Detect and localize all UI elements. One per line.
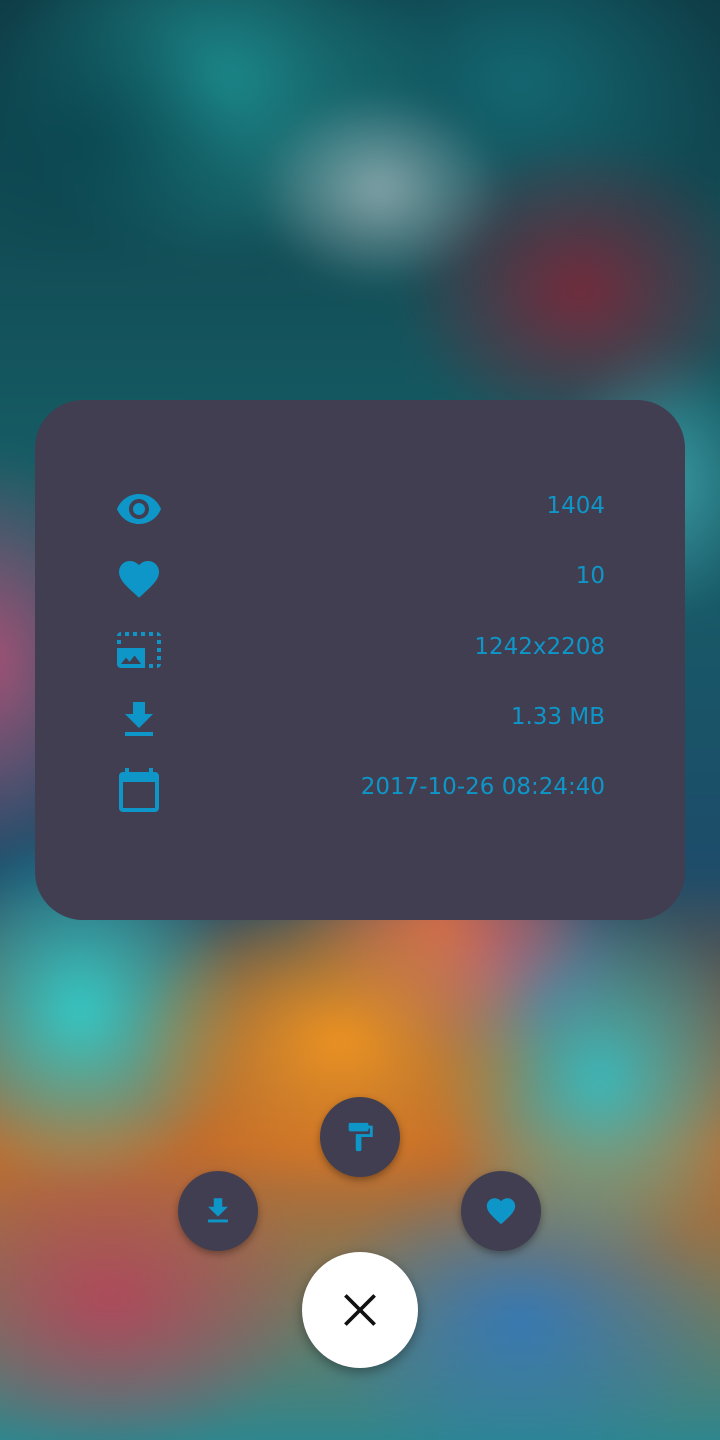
close-button[interactable] — [302, 1252, 418, 1368]
favorites-value: 10 — [575, 563, 605, 589]
favorite-button[interactable] — [461, 1171, 541, 1251]
resolution-value: 1242x2208 — [474, 634, 605, 660]
heart-icon — [115, 555, 163, 603]
info-row-resolution: 1242x2208 — [115, 620, 605, 680]
resolution-icon — [115, 626, 163, 674]
file-size-value: 1.33 MB — [510, 704, 605, 730]
info-row-file-size: 1.33 MB — [115, 690, 605, 750]
download-button[interactable] — [178, 1171, 258, 1251]
paint-roller-icon — [348, 1122, 373, 1152]
calendar-icon — [115, 766, 163, 814]
eye-icon — [115, 485, 163, 533]
info-card: 1404 10 1242x2208 1.33 MB 2017-10-26 08: — [35, 400, 685, 920]
wallpaper-detail-screen: 1404 10 1242x2208 1.33 MB 2017-10-26 08: — [0, 0, 720, 1440]
download-icon — [115, 696, 163, 744]
info-row-views: 1404 — [115, 479, 605, 539]
download-icon — [208, 1198, 228, 1223]
upload-date-value: 2017-10-26 08:24:40 — [360, 774, 605, 800]
views-value: 1404 — [546, 493, 605, 519]
set-wallpaper-button[interactable] — [320, 1097, 400, 1177]
info-row-favorites: 10 — [115, 549, 605, 609]
info-row-upload-date: 2017-10-26 08:24:40 — [115, 760, 605, 820]
close-icon — [344, 1294, 376, 1326]
heart-icon — [486, 1198, 516, 1225]
